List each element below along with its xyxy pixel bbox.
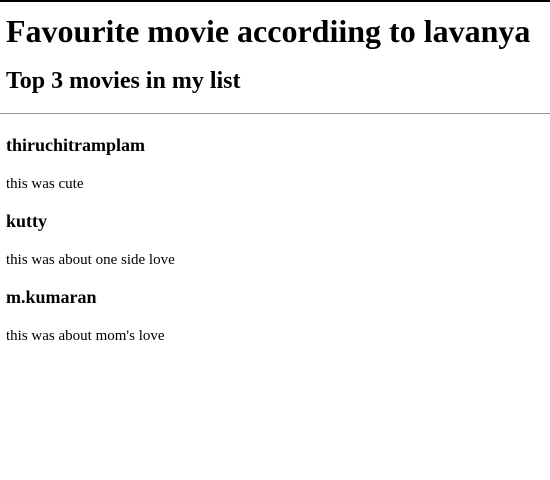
movie-item-thiruchitramplam: thiruchitramplam this was cute xyxy=(6,134,550,193)
divider xyxy=(0,113,550,114)
movie-description: this was cute xyxy=(6,176,84,192)
movie-item-m-kumaran: m.kumaran this was about mom's love xyxy=(6,286,550,345)
movie-title: m.kumaran xyxy=(6,287,97,307)
movie-list: thiruchitramplam this was cute kutty thi… xyxy=(6,134,550,345)
page-subtitle: Top 3 movies in my list xyxy=(6,68,241,94)
movie-description: this was about mom's love xyxy=(6,328,165,344)
page-title: Favourite movie accordiing to lavanya xyxy=(6,13,531,49)
movie-title: kutty xyxy=(6,211,48,231)
movie-item-kutty: kutty this was about one side love xyxy=(6,210,550,269)
movie-description: this was about one side love xyxy=(6,252,175,268)
movie-title: thiruchitramplam xyxy=(6,135,145,155)
